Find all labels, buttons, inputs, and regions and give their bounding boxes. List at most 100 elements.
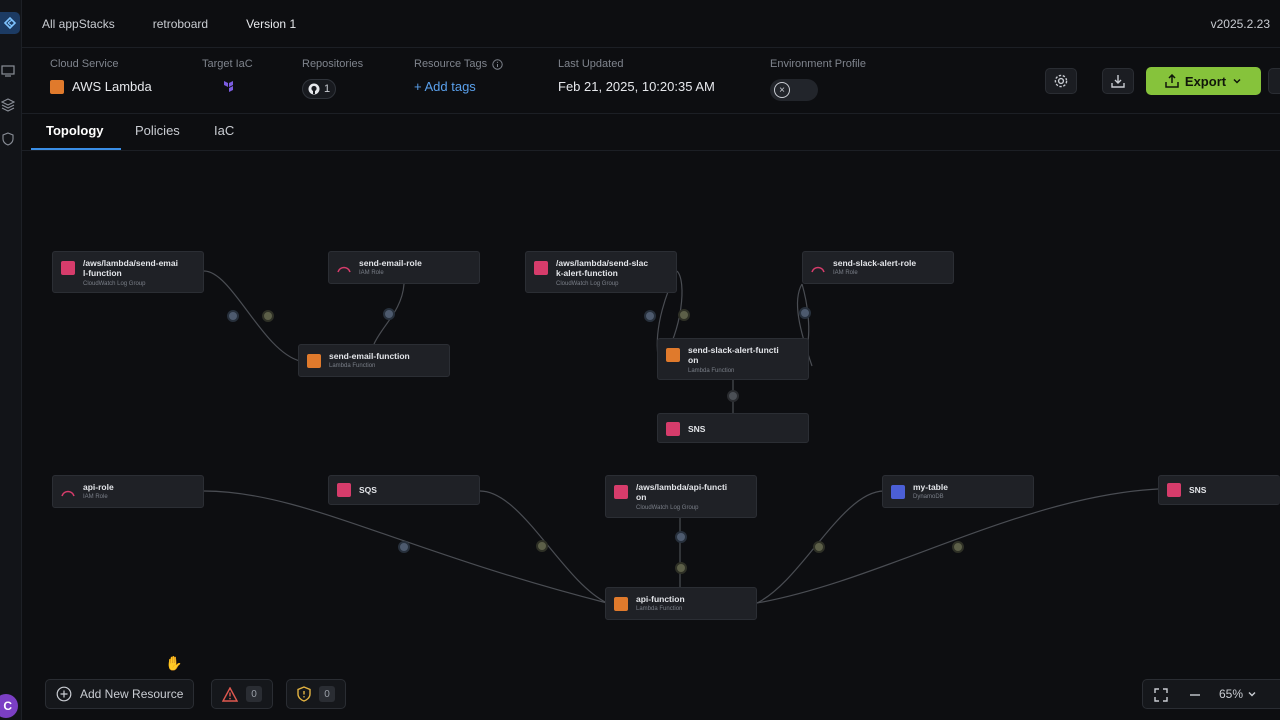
add-new-resource-label: Add New Resource — [80, 687, 184, 701]
app-logo-icon[interactable] — [0, 12, 20, 34]
zoom-out-icon[interactable] — [1187, 687, 1203, 703]
node-title: send-slack-alert-functi on — [688, 345, 779, 365]
node-api-role[interactable]: api-role IAM Role — [52, 475, 204, 508]
node-api-function[interactable]: api-function Lambda Function — [605, 587, 757, 620]
cloud-service-label: Cloud Service — [50, 58, 119, 70]
iam-role-icon — [337, 266, 351, 273]
edge-connector[interactable] — [675, 531, 687, 543]
environment-profile-toggle[interactable]: × — [770, 79, 818, 101]
edge-connector[interactable] — [799, 307, 811, 319]
tab-topology[interactable]: Topology — [46, 123, 104, 138]
iam-role-icon — [811, 266, 825, 273]
lambda-icon — [307, 354, 321, 368]
resource-tags-field: Resource Tags + Add tags — [414, 58, 503, 94]
node-title: /aws/lambda/send-emai l-function — [83, 258, 178, 278]
breadcrumb-version[interactable]: Version 1 — [246, 17, 296, 31]
iam-role-icon — [61, 490, 75, 497]
repositories-label: Repositories — [302, 58, 364, 70]
policy-count: 0 — [319, 686, 335, 702]
chevron-down-icon — [1233, 78, 1241, 84]
edge-connector[interactable] — [227, 310, 239, 322]
export-button[interactable]: Export — [1146, 67, 1261, 95]
node-title: my-table — [913, 482, 948, 492]
zoom-controls: 65% — [1142, 679, 1280, 709]
node-send-email-log-group[interactable]: /aws/lambda/send-emai l-function CloudWa… — [52, 251, 204, 293]
node-title: SNS — [688, 424, 706, 434]
download-icon — [1111, 75, 1125, 88]
node-title: api-role — [83, 482, 114, 492]
breadcrumb: All appStacks retroboard Version 1 — [42, 17, 296, 31]
fit-view-icon[interactable] — [1153, 687, 1169, 703]
node-title: SNS — [1189, 485, 1207, 495]
more-button[interactable] — [1268, 68, 1280, 94]
permission-key-icon[interactable] — [262, 310, 274, 322]
terraform-icon — [224, 81, 233, 92]
permission-key-icon[interactable] — [813, 541, 825, 553]
plus-circle-icon — [56, 686, 72, 702]
node-send-email-role[interactable]: send-email-role IAM Role — [328, 251, 480, 284]
chevron-down-icon[interactable] — [1247, 689, 1257, 699]
node-title: SQS — [359, 485, 377, 495]
node-subtitle: Lambda Function — [688, 368, 735, 374]
node-title: send-slack-alert-role — [833, 258, 917, 268]
settings-button[interactable] — [1045, 68, 1077, 94]
warning-icon — [222, 686, 238, 702]
tab-iac[interactable]: IaC — [214, 123, 234, 138]
node-sns-slack[interactable]: SNS — [657, 413, 809, 443]
node-send-email-function[interactable]: send-email-function Lambda Function — [298, 344, 450, 377]
layers-icon[interactable] — [1, 98, 15, 112]
user-avatar[interactable]: C — [0, 694, 18, 718]
node-subtitle: CloudWatch Log Group — [83, 281, 146, 287]
target-iac-field: Target IaC — [202, 58, 253, 93]
node-title: send-email-role — [359, 258, 422, 268]
node-subtitle: IAM Role — [359, 270, 384, 276]
monitor-icon[interactable] — [1, 64, 15, 78]
shield-icon[interactable] — [1, 132, 15, 146]
node-title: api-function — [636, 594, 685, 604]
edge-connector[interactable] — [383, 308, 395, 320]
node-subtitle: DynamoDB — [913, 494, 944, 500]
node-send-slack-alert-role[interactable]: send-slack-alert-role IAM Role — [802, 251, 954, 284]
gear-icon — [1054, 74, 1068, 88]
sqs-icon — [337, 483, 351, 497]
last-updated-label: Last Updated — [558, 58, 624, 70]
lambda-icon — [666, 348, 680, 362]
topology-canvas[interactable]: /aws/lambda/send-emai l-function CloudWa… — [22, 151, 1280, 720]
target-iac-label: Target IaC — [202, 58, 253, 70]
export-label: Export — [1184, 73, 1227, 89]
breadcrumb-all-appstacks[interactable]: All appStacks — [42, 17, 115, 31]
tab-policies[interactable]: Policies — [135, 123, 180, 138]
permission-key-icon[interactable] — [675, 562, 687, 574]
node-send-slack-alert-log-group[interactable]: /aws/lambda/send-slac k-alert-function C… — [525, 251, 677, 293]
node-subtitle: IAM Role — [83, 494, 108, 500]
node-api-function-log-group[interactable]: /aws/lambda/api-functi on CloudWatch Log… — [605, 475, 757, 518]
node-subtitle: Lambda Function — [329, 363, 376, 369]
permission-key-icon[interactable] — [536, 540, 548, 552]
edge-connector[interactable] — [398, 541, 410, 553]
node-subtitle: CloudWatch Log Group — [556, 281, 619, 287]
cloudwatch-icon — [61, 261, 75, 275]
add-tags-button[interactable]: + Add tags — [414, 79, 476, 94]
node-my-table[interactable]: my-table DynamoDB — [882, 475, 1034, 508]
warnings-button[interactable]: 0 — [211, 679, 273, 709]
node-sqs[interactable]: SQS — [328, 475, 480, 505]
permission-key-icon[interactable] — [678, 309, 690, 321]
breadcrumb-retroboard[interactable]: retroboard — [153, 17, 208, 31]
add-new-resource-button[interactable]: Add New Resource — [45, 679, 195, 709]
repositories-field: Repositories 1 — [302, 58, 363, 99]
resource-tags-label: Resource Tags — [414, 58, 488, 70]
node-send-slack-alert-function[interactable]: send-slack-alert-functi on Lambda Functi… — [657, 338, 809, 380]
repositories-count: 1 — [324, 83, 331, 95]
zoom-level[interactable]: 65% — [1219, 687, 1243, 701]
download-button[interactable] — [1102, 68, 1134, 94]
permission-key-icon[interactable] — [952, 541, 964, 553]
upload-icon — [1165, 74, 1179, 88]
node-sns-api[interactable]: SNS — [1158, 475, 1280, 505]
policy-violations-button[interactable]: 0 — [286, 679, 346, 709]
cloud-service-value: AWS Lambda — [72, 79, 152, 94]
edge-connector[interactable] — [644, 310, 656, 322]
repositories-badge[interactable]: 1 — [302, 79, 337, 99]
info-icon[interactable] — [492, 58, 503, 70]
edge-connector[interactable] — [727, 390, 739, 402]
github-icon — [308, 83, 320, 95]
